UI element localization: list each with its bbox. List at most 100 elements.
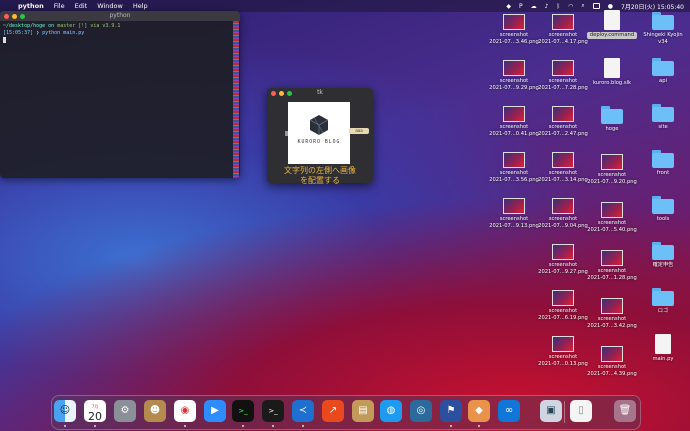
tk-titlebar[interactable]: tk bbox=[267, 88, 373, 98]
desktop-item-label: deploy.command bbox=[587, 32, 637, 39]
desktop-item-sublabel: 2021-07...9.20.png bbox=[587, 178, 637, 185]
terminal-content[interactable]: ~/desktop/hoge on master [!] via v3.9.1 … bbox=[0, 21, 240, 48]
desktop-item-label: main.py bbox=[652, 356, 674, 362]
terminal-title: python bbox=[109, 12, 131, 19]
close-button[interactable] bbox=[4, 13, 9, 19]
parking-icon[interactable]: P bbox=[519, 3, 523, 10]
audio-icon[interactable]: ♪ bbox=[545, 3, 549, 10]
menu-edit[interactable]: Edit bbox=[75, 2, 88, 10]
desktop-item[interactable]: screenshot 2021-07...3.14.png bbox=[538, 152, 588, 183]
terminal-command-line: [15:05:37] ❯ python main.py bbox=[3, 30, 85, 36]
finder-icon[interactable]: ☺ bbox=[54, 400, 76, 422]
desktop-item[interactable]: screenshot 2021-07...9.29.png bbox=[489, 60, 539, 91]
screenshot-thumbnail-icon bbox=[552, 106, 574, 122]
desktop-item-label: ロゴ bbox=[657, 308, 669, 314]
desktop-item[interactable]: screenshot 2021-07...3.56.png bbox=[489, 152, 539, 183]
logo-text: KURORO BLOG bbox=[297, 140, 341, 145]
document-icon bbox=[604, 58, 620, 78]
folder-icon bbox=[652, 104, 674, 122]
search-icon[interactable]: ⌕ bbox=[581, 2, 584, 10]
desktop-item[interactable]: kuroro.blog.slk bbox=[587, 58, 637, 87]
menu-help[interactable]: Help bbox=[133, 2, 148, 10]
document-icon[interactable]: ▯ bbox=[570, 400, 592, 422]
close-button[interactable] bbox=[271, 90, 276, 96]
desktop-item[interactable]: ロゴ bbox=[638, 288, 688, 315]
desktop-item[interactable]: screenshot 2021-07...9.27.png bbox=[538, 244, 588, 275]
screenshot-thumbnail-icon bbox=[503, 60, 525, 76]
desktop-item[interactable]: tools bbox=[638, 196, 688, 223]
desktop-item[interactable]: screenshot 2021-07...7.28.png bbox=[538, 60, 588, 91]
control-center-icon[interactable] bbox=[592, 3, 600, 9]
minimize-button[interactable] bbox=[279, 90, 284, 96]
terminal-window[interactable]: python ~/desktop/hoge on master [!] via … bbox=[0, 11, 240, 178]
desktop-item[interactable]: screenshot 2021-07...3.42.png bbox=[587, 298, 637, 329]
screenshot-thumbnail-icon bbox=[601, 346, 623, 362]
screenshot-thumbnail-icon bbox=[552, 60, 574, 76]
infinity-icon[interactable]: ∞ bbox=[498, 400, 520, 422]
desktop-item-sublabel: 2021-07...9.04.png bbox=[538, 222, 588, 229]
screenshot-thumbnail-icon bbox=[601, 298, 623, 314]
screenshot-thumbnail-icon bbox=[601, 202, 623, 218]
dropbox-icon[interactable]: ◆ bbox=[506, 3, 511, 10]
desktop-item[interactable]: screenshot 2021-07...6.19.png bbox=[538, 290, 588, 321]
desktop-item[interactable]: screenshot 2021-07...9.20.png bbox=[587, 154, 637, 185]
desktop-item[interactable]: main.py bbox=[638, 334, 688, 363]
preview-icon[interactable]: ▣ bbox=[540, 400, 562, 422]
desktop-item[interactable]: screenshot 2021-07...4.39.png bbox=[587, 346, 637, 377]
menu-window[interactable]: Window bbox=[97, 2, 123, 10]
desktop-item-label: 確定申告 bbox=[652, 262, 674, 268]
desktop-item[interactable]: api bbox=[638, 58, 688, 85]
contacts-icon[interactable]: ☻ bbox=[144, 400, 166, 422]
desktop-item[interactable]: screenshot 2021-07...3.46.png bbox=[489, 14, 539, 45]
activity-chart-icon[interactable]: ↗ bbox=[322, 400, 344, 422]
desktop-item[interactable]: Shingeki Kyojin v34 bbox=[638, 12, 688, 45]
kuroro-blog-logo: KURORO BLOG bbox=[288, 102, 350, 164]
docker-icon[interactable]: ◍ bbox=[380, 400, 402, 422]
desktop-item[interactable]: front bbox=[638, 150, 688, 177]
folder-icon bbox=[652, 196, 674, 214]
desktop-item[interactable]: screenshot 2021-07...1.28.png bbox=[587, 250, 637, 281]
cloud-icon[interactable]: ☁ bbox=[531, 3, 537, 10]
aaa-button[interactable]: aaa bbox=[349, 128, 369, 134]
bluetooth-icon[interactable]: ᛒ bbox=[557, 3, 561, 10]
desktop-item[interactable]: screenshot 2021-07...2.47.png bbox=[538, 106, 588, 137]
system-preferences-icon[interactable]: ⚙ bbox=[114, 400, 136, 422]
screenshot-thumbnail-icon bbox=[503, 14, 525, 30]
terminal-green-icon[interactable]: >_ bbox=[232, 400, 254, 422]
desktop-item[interactable]: screenshot 2021-07...4.17.png bbox=[538, 14, 588, 45]
chrome-icon[interactable]: ◉ bbox=[174, 400, 196, 422]
desktop-item[interactable]: screenshot 2021-07...0.13.png bbox=[538, 336, 588, 367]
desktop-item[interactable]: hoge bbox=[587, 106, 637, 133]
desktop-item[interactable]: 確定申告 bbox=[638, 242, 688, 269]
desktop-item-sublabel: 2021-07...0.13.png bbox=[538, 360, 588, 367]
desktop-item-label: kuroro.blog.slk bbox=[592, 80, 632, 86]
terminal-icon[interactable]: >_ bbox=[262, 400, 284, 422]
menu-file[interactable]: File bbox=[54, 2, 65, 10]
siri-icon[interactable]: ● bbox=[608, 3, 613, 10]
sourcetree-icon[interactable]: ⚑ bbox=[440, 400, 462, 422]
archive-icon[interactable]: ▤ bbox=[352, 400, 374, 422]
running-indicator bbox=[184, 425, 186, 427]
calendar-icon[interactable]: 7月 20 bbox=[84, 400, 106, 423]
trash-icon[interactable]: 🗑 bbox=[614, 400, 636, 422]
proxyman-icon[interactable]: ◎ bbox=[410, 400, 432, 422]
sketch-icon[interactable]: ◆ bbox=[468, 400, 490, 422]
desktop-item[interactable]: screenshot 2021-07...9.04.png bbox=[538, 198, 588, 229]
zoom-icon[interactable]: ▶ bbox=[204, 400, 226, 422]
desktop-item[interactable]: screenshot 2021-07...0.41.png bbox=[489, 106, 539, 137]
desktop-item-label: api bbox=[659, 78, 667, 84]
zoom-button[interactable] bbox=[20, 13, 25, 19]
desktop-item[interactable]: screenshot 2021-07...9.13.png bbox=[489, 198, 539, 229]
wifi-icon[interactable]: ◠ bbox=[568, 3, 573, 10]
tk-window[interactable]: tk KURORO BLOG aaa 文字列の左側へ画像 を配置する bbox=[267, 88, 373, 185]
minimize-button[interactable] bbox=[12, 13, 17, 19]
desktop-item[interactable]: screenshot 2021-07...5.40.png bbox=[587, 202, 637, 233]
menu-app-python[interactable]: python bbox=[18, 2, 44, 10]
terminal-titlebar[interactable]: python bbox=[0, 11, 240, 21]
desktop-item[interactable]: site bbox=[638, 104, 688, 131]
desktop-item[interactable]: deploy.command bbox=[587, 10, 637, 39]
desktop-item-sublabel: 2021-07...2.47.png bbox=[538, 130, 588, 137]
terminal-scroll-strip bbox=[233, 21, 239, 178]
zoom-button[interactable] bbox=[287, 90, 292, 96]
vscode-icon[interactable]: ≺ bbox=[292, 400, 314, 422]
